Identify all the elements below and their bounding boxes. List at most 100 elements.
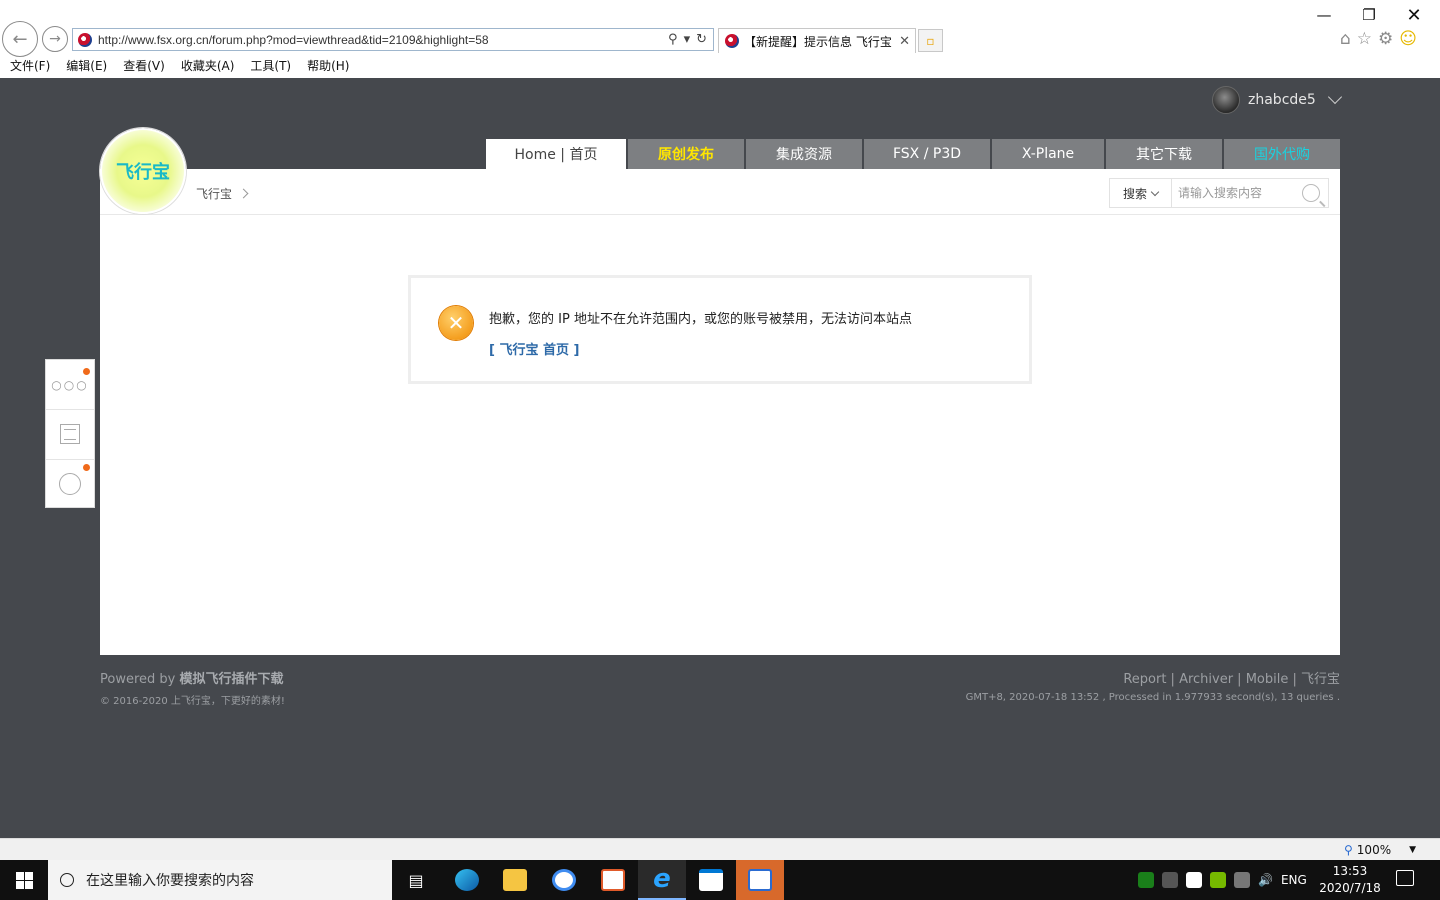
- site-logo[interactable]: 飞行宝: [100, 128, 186, 214]
- close-window-button[interactable]: ✕: [1394, 4, 1434, 26]
- task-view-button[interactable]: ▤: [392, 860, 440, 900]
- chevron-right-icon: [238, 188, 249, 199]
- footer-left: Powered by 模拟飞行插件下载 © 2016-2020 上飞行宝，下更好…: [100, 668, 285, 707]
- chevron-down-icon[interactable]: [1327, 89, 1342, 105]
- home-link[interactable]: [ 飞行宝 首页 ]: [489, 339, 579, 358]
- menu-bar: 文件(F) 编辑(E) 查看(V) 收藏夹(A) 工具(T) 帮助(H): [0, 57, 1440, 78]
- taskbar-app-window[interactable]: [736, 860, 784, 900]
- tray-network-icon[interactable]: [1162, 872, 1178, 888]
- gear-icon[interactable]: ⚙: [1378, 29, 1393, 49]
- user-menu[interactable]: zhabcde5: [1212, 86, 1342, 114]
- menu-view[interactable]: 查看(V): [123, 57, 165, 78]
- input-language[interactable]: ENG: [1281, 873, 1307, 887]
- menu-tools[interactable]: 工具(T): [250, 57, 291, 78]
- powered-by: Powered by 模拟飞行插件下载: [100, 668, 285, 687]
- username[interactable]: zhabcde5: [1248, 92, 1316, 108]
- tray-nvidia-icon[interactable]: [1210, 872, 1226, 888]
- chevron-down-icon[interactable]: ▼: [1409, 845, 1416, 855]
- menu-edit[interactable]: 编辑(E): [66, 57, 107, 78]
- avatar[interactable]: [1212, 86, 1240, 114]
- minimize-button[interactable]: —: [1304, 4, 1344, 26]
- home-icon[interactable]: ⌂: [1340, 29, 1351, 49]
- new-tab-button[interactable]: ▫: [918, 29, 943, 52]
- chevron-down-icon[interactable]: ▾: [684, 32, 691, 47]
- taskbar-file-explorer[interactable]: [491, 860, 539, 900]
- sub-header: 飞行宝 搜索: [100, 169, 1340, 215]
- photo-icon: [601, 869, 625, 891]
- forward-button[interactable]: →: [42, 26, 68, 52]
- nav-tab-home[interactable]: Home | 首页: [486, 139, 626, 169]
- menu-help[interactable]: 帮助(H): [307, 57, 349, 78]
- search-input[interactable]: [1172, 180, 1292, 206]
- chevron-down-icon: [1150, 187, 1160, 196]
- taskbar-edge[interactable]: [443, 860, 491, 900]
- error-message-box: ✕ 抱歉，您的 IP 地址不在允许范围内，或您的账号被禁用，无法访问本站点 [ …: [408, 275, 1032, 384]
- task-view-icon: ▤: [408, 870, 424, 890]
- address-url[interactable]: http://www.fsx.org.cn/forum.php?mod=view…: [98, 33, 668, 47]
- restore-button[interactable]: ❐: [1349, 4, 1389, 26]
- taskbar-store[interactable]: [687, 860, 735, 900]
- floating-sidebar: ○○○: [45, 359, 95, 508]
- taskbar-baidu-netdisk[interactable]: [540, 860, 588, 900]
- powered-link[interactable]: 模拟飞行插件下载: [179, 672, 283, 687]
- tray-security-icon[interactable]: [1186, 872, 1202, 888]
- internet-explorer-icon: e: [653, 864, 671, 894]
- nav-tab-original[interactable]: 原创发布: [628, 139, 744, 169]
- sidebar-document-button[interactable]: [46, 409, 94, 458]
- search-type-label: 搜索: [1122, 186, 1147, 201]
- volume-icon[interactable]: 🔊: [1258, 873, 1273, 887]
- refresh-icon[interactable]: ↻: [696, 32, 707, 47]
- search-type-select[interactable]: 搜索: [1110, 179, 1172, 207]
- start-button[interactable]: [0, 860, 48, 900]
- edge-icon: [455, 869, 479, 891]
- taskbar-internet-explorer[interactable]: e: [638, 860, 686, 900]
- footer-links[interactable]: Report | Archiver | Mobile | 飞行宝: [966, 668, 1340, 687]
- system-clock[interactable]: 13:53 2020/7/18: [1318, 863, 1382, 897]
- taskbar-search[interactable]: 在这里输入你要搜索的内容: [48, 860, 392, 900]
- notification-center-icon[interactable]: [1396, 870, 1414, 886]
- tray-display-icon[interactable]: [1234, 872, 1250, 888]
- menu-file[interactable]: 文件(F): [10, 57, 50, 78]
- search-icon[interactable]: [1302, 184, 1320, 202]
- copyright: © 2016-2020 上飞行宝，下更好的素材!: [100, 696, 285, 707]
- breadcrumb: 飞行宝: [196, 185, 249, 202]
- nav-tab-overseas-purchase[interactable]: 国外代购: [1224, 139, 1340, 169]
- nav-tab-integrated[interactable]: 集成资源: [746, 139, 862, 169]
- main-nav: Home | 首页 原创发布 集成资源 FSX / P3D X-Plane 其它…: [486, 139, 1340, 169]
- more-dots-icon: ○○○: [51, 377, 89, 392]
- error-message: 抱歉，您的 IP 地址不在允许范围内，或您的账号被禁用，无法访问本站点: [489, 312, 912, 327]
- tab-title: 【新提醒】提示信息 飞行宝: [744, 34, 892, 49]
- nav-tab-fsx-p3d[interactable]: FSX / P3D: [864, 139, 990, 169]
- nav-tab-other-downloads[interactable]: 其它下载: [1106, 139, 1222, 169]
- back-button[interactable]: ←: [2, 21, 38, 57]
- smiley-feedback-icon[interactable]: ☺: [1399, 29, 1417, 49]
- browser-chrome: ← → http://www.fsx.org.cn/forum.php?mod=…: [0, 0, 1440, 78]
- content-panel: 飞行宝 搜索 ✕ 抱歉，您的 IP 地址不在允许范围内，或您的账号被禁用，无法访…: [100, 169, 1340, 655]
- tray-app-icon[interactable]: [1138, 872, 1154, 888]
- zoom-control[interactable]: ⚲ 100% ▼: [1344, 843, 1416, 857]
- breadcrumb-home[interactable]: 飞行宝: [196, 185, 232, 202]
- favorites-star-icon[interactable]: ☆: [1357, 29, 1372, 49]
- menu-favorites[interactable]: 收藏夹(A): [181, 57, 235, 78]
- sidebar-chat-button[interactable]: [46, 459, 94, 508]
- new-tab-icon: ▫: [926, 33, 935, 48]
- zoom-magnifier-icon: ⚲: [1344, 843, 1353, 857]
- taskbar-photo-app[interactable]: [589, 860, 637, 900]
- browser-toolbar-icons: ⌂ ☆ ⚙ ☺: [1340, 29, 1417, 49]
- close-tab-icon[interactable]: ✕: [899, 34, 910, 49]
- sidebar-more-button[interactable]: ○○○: [46, 360, 94, 409]
- clock-time: 13:53: [1332, 864, 1368, 878]
- taskbar-search-placeholder: 在这里输入你要搜索的内容: [86, 873, 254, 889]
- search-icon[interactable]: ⚲: [668, 32, 678, 47]
- restore-icon: ❐: [1362, 6, 1376, 24]
- footer-right: Report | Archiver | Mobile | 飞行宝 GMT+8, …: [966, 668, 1340, 703]
- address-bar[interactable]: http://www.fsx.org.cn/forum.php?mod=view…: [72, 28, 714, 51]
- clock-date: 2020/7/18: [1319, 881, 1381, 895]
- browser-tab[interactable]: 【新提醒】提示信息 飞行宝 ✕: [718, 28, 916, 53]
- error-x-icon: ✕: [439, 306, 473, 340]
- nav-tab-xplane[interactable]: X-Plane: [992, 139, 1104, 169]
- status-bar: ⚲ 100% ▼: [0, 838, 1440, 860]
- minimize-icon: —: [1316, 6, 1332, 24]
- document-icon: [60, 424, 80, 444]
- site-search: 搜索: [1109, 178, 1329, 208]
